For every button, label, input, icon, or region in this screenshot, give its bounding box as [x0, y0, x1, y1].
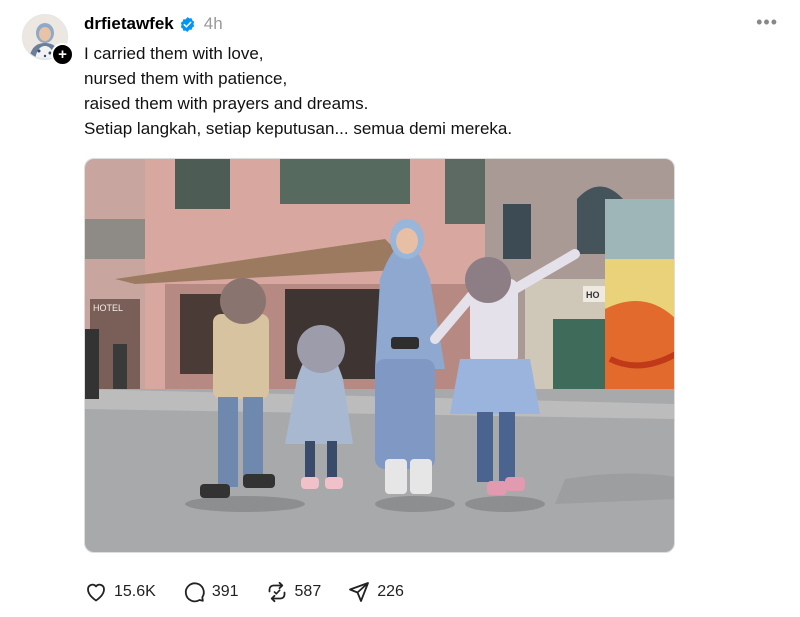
share-button[interactable]: 226 — [347, 580, 404, 604]
heart-icon — [84, 580, 108, 604]
username[interactable]: drfietawfek — [84, 14, 174, 34]
comment-icon — [182, 580, 206, 604]
caption-line: I carried them with love, — [84, 44, 264, 63]
post-photo[interactable]: HOTEL HO — [84, 158, 675, 553]
post-time: 4h — [203, 14, 223, 33]
like-button[interactable]: 15.6K — [84, 580, 156, 604]
follow-plus-icon[interactable]: + — [51, 43, 74, 66]
caption-line: nursed them with patience, — [84, 69, 288, 88]
like-count: 15.6K — [114, 583, 156, 600]
repost-button[interactable]: 587 — [265, 580, 322, 604]
avatar-container[interactable]: + — [22, 14, 74, 66]
reply-button[interactable]: 391 — [182, 580, 239, 604]
post-header: drfietawfek 4h — [84, 12, 223, 36]
more-icon[interactable]: ••• — [756, 12, 778, 33]
repost-icon — [265, 580, 289, 604]
hotel-sign: HOTEL — [93, 303, 123, 313]
caption-line: raised them with prayers and dreams. — [84, 94, 369, 113]
action-bar: 15.6K 391 587 226 — [84, 578, 430, 606]
post-caption: I carried them with love, nursed them wi… — [84, 41, 512, 141]
send-icon — [347, 580, 371, 604]
share-count: 226 — [377, 583, 404, 600]
repost-count: 587 — [294, 583, 322, 600]
shop-sign: HO — [586, 290, 600, 300]
reply-count: 391 — [211, 583, 239, 600]
caption-line: Setiap langkah, setiap keputusan... semu… — [84, 119, 513, 138]
verified-badge-icon — [179, 16, 196, 33]
